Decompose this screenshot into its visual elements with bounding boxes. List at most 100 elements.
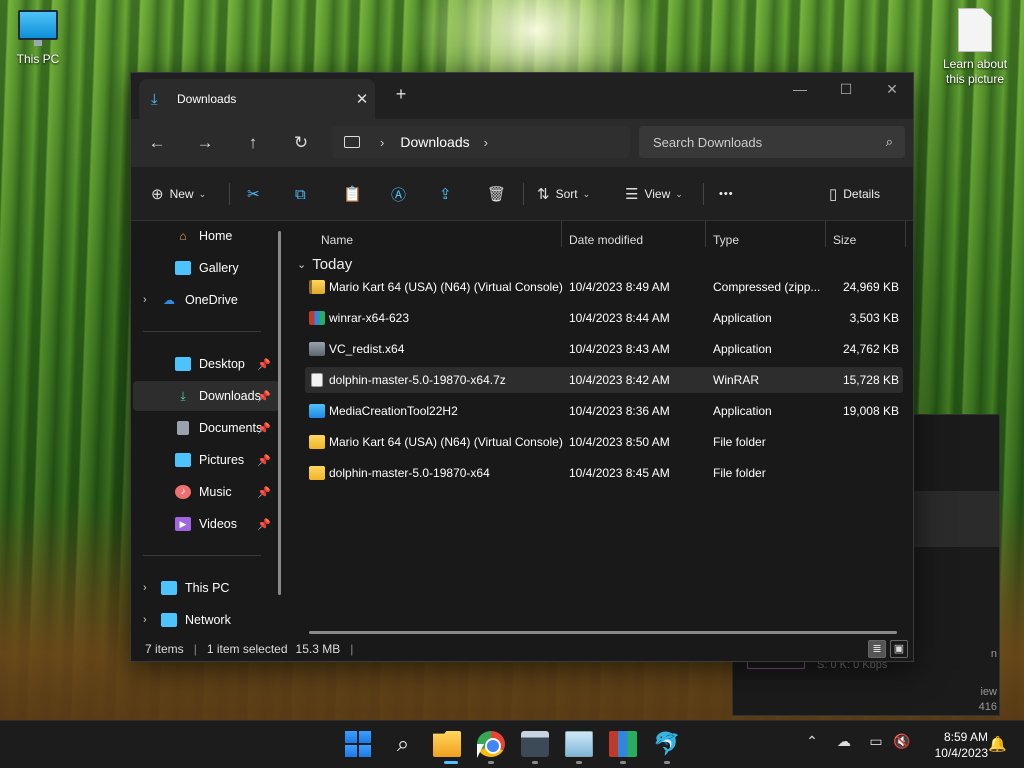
pin-icon: 📌 <box>257 358 271 371</box>
sort-button[interactable]: ⇅ Sort ⌄ <box>537 182 590 206</box>
sidebar-item-network[interactable]: › Network <box>133 605 279 635</box>
sidebar-item-videos[interactable]: ▶ Videos 📌 <box>133 509 279 539</box>
file-name: Mario Kart 64 (USA) (N64) (Virtual Conso… <box>329 280 563 294</box>
selection-count: 1 item selected <box>206 642 288 656</box>
onedrive-status-icon[interactable]: ☁ <box>834 733 854 750</box>
selection-size: 15.3 MB <box>295 642 341 656</box>
paste-button[interactable]: 📋 <box>343 182 368 206</box>
winrar-icon <box>309 311 325 325</box>
group-header-today[interactable]: ⌄ Today <box>297 256 352 273</box>
start-icon[interactable] <box>345 731 373 757</box>
close-window-button[interactable]: ✕ <box>869 77 915 101</box>
folder-icon <box>309 435 325 449</box>
sidebar-item-label: Network <box>185 613 231 627</box>
search-icon[interactable]: ⌕ <box>389 731 417 757</box>
delete-button[interactable]: 🗑 <box>487 182 512 206</box>
chevron-right-icon[interactable]: › <box>484 135 488 150</box>
chevron-down-icon: ⌄ <box>582 188 591 199</box>
file-type: Compressed (zipp... <box>713 280 821 294</box>
sidebar-item-desktop[interactable]: Desktop 📌 <box>133 349 279 379</box>
search-input[interactable]: Search Downloads ⌕ <box>639 126 905 158</box>
address-bar: ← → ↑ ↻ › Downloads › Search Downloads ⌕ <box>131 119 913 167</box>
file-explorer-icon[interactable] <box>433 731 461 757</box>
pin-icon: 📌 <box>257 422 271 435</box>
file-row[interactable]: winrar-x64-623 10/4/2023 8:44 AM Applica… <box>305 305 903 331</box>
refresh-button[interactable]: ↻ <box>289 131 313 155</box>
file-type: File folder <box>713 435 766 449</box>
breadcrumb-downloads[interactable]: Downloads <box>400 134 469 150</box>
new-tab-button[interactable]: + <box>391 84 411 105</box>
dolphin-icon[interactable]: 🐬 <box>653 731 681 757</box>
running-indicator <box>488 761 494 764</box>
desktop-icon-learn-about-picture[interactable]: Learn about this picture <box>936 8 1014 87</box>
network-status-icon[interactable]: ▭ <box>866 733 886 750</box>
column-divider[interactable] <box>825 221 826 247</box>
column-header-name[interactable]: Name <box>321 233 353 247</box>
view-button[interactable]: ☰ View ⌄ <box>625 182 683 206</box>
volume-muted-icon[interactable]: 🔇 <box>892 733 912 750</box>
back-button[interactable]: ← <box>145 131 169 155</box>
details-label: Details <box>843 187 880 201</box>
home-icon: ⌂ <box>179 229 187 243</box>
share-button[interactable]: ⇪ <box>439 182 458 206</box>
sidebar-item-pictures[interactable]: Pictures 📌 <box>133 445 279 475</box>
large-icons-view-toggle-icon[interactable]: ▣ <box>890 640 908 658</box>
up-button[interactable]: ↑ <box>241 131 265 155</box>
chevron-right-icon[interactable]: › <box>143 294 157 306</box>
details-button[interactable]: ▯ Details <box>829 182 880 206</box>
music-icon: ♪ <box>175 485 191 499</box>
tab-downloads[interactable]: ⤓ Downloads ✕ <box>139 79 375 119</box>
file-row[interactable]: Mario Kart 64 (USA) (N64) (Virtual Conso… <box>305 429 903 455</box>
sidebar-item-onedrive[interactable]: › ☁ OneDrive <box>133 285 279 315</box>
tab-title: Downloads <box>177 92 237 106</box>
close-tab-icon[interactable]: ✕ <box>349 90 375 108</box>
more-options-button[interactable]: ••• <box>719 182 734 206</box>
file-row[interactable]: Mario Kart 64 (USA) (N64) (Virtual Conso… <box>305 274 903 300</box>
sidebar-item-this-pc[interactable]: › This PC <box>133 573 279 603</box>
winrar-icon[interactable] <box>609 731 637 757</box>
minimize-button[interactable]: — <box>777 77 823 101</box>
sidebar-item-downloads[interactable]: ⤓ Downloads 📌 <box>133 381 279 411</box>
file-size: 24,969 KB <box>842 280 899 294</box>
column-header-type[interactable]: Type <box>713 233 739 247</box>
desktop-icon-this-pc[interactable]: This PC <box>0 10 76 66</box>
sidebar-item-gallery[interactable]: Gallery <box>133 253 279 283</box>
resource-monitor-icon[interactable] <box>565 731 593 757</box>
chevron-right-icon[interactable]: › <box>143 614 157 626</box>
system-clock[interactable]: 8:59 AM 10/4/2023 <box>922 729 988 761</box>
details-view-toggle-icon[interactable]: ≣ <box>868 640 886 658</box>
copy-button[interactable]: ⧉ <box>295 182 312 206</box>
horizontal-scrollbar[interactable] <box>309 631 897 634</box>
file-list: Name Date modified Type Size ⌄ Today Mar… <box>289 221 915 639</box>
column-divider[interactable] <box>705 221 706 247</box>
sidebar-scrollbar[interactable] <box>278 231 281 595</box>
rename-icon: Ⓐ <box>391 186 407 204</box>
column-divider[interactable] <box>905 221 906 247</box>
file-row[interactable]: MediaCreationTool22H2 10/4/2023 8:36 AM … <box>305 398 903 424</box>
column-divider[interactable] <box>561 221 562 247</box>
rename-button[interactable]: Ⓐ <box>391 182 412 206</box>
chevron-right-icon[interactable]: › <box>143 582 157 594</box>
chevron-up-icon[interactable]: ⌃ <box>802 733 822 750</box>
address-field[interactable]: › Downloads › <box>332 126 630 158</box>
file-type: WinRAR <box>713 373 760 387</box>
maximize-button[interactable]: ☐ <box>823 77 869 101</box>
divider <box>143 555 261 556</box>
sidebar-item-home[interactable]: ⌂ Home <box>133 221 279 251</box>
item-count: 7 items <box>145 642 184 656</box>
new-label: New <box>169 187 194 201</box>
new-button[interactable]: ⊕ New ⌄ <box>151 182 206 206</box>
file-row[interactable]: dolphin-master-5.0-19870-x64 10/4/2023 8… <box>305 460 903 486</box>
file-row-selected[interactable]: dolphin-master-5.0-19870-x64.7z 10/4/202… <box>305 367 903 393</box>
sidebar-item-documents[interactable]: Documents 📌 <box>133 413 279 443</box>
paste-icon: 📋 <box>343 186 362 203</box>
file-row[interactable]: VC_redist.x64 10/4/2023 8:43 AM Applicat… <box>305 336 903 362</box>
column-header-date[interactable]: Date modified <box>569 233 643 247</box>
terminal-icon[interactable] <box>521 731 549 757</box>
notification-bell-icon[interactable]: 🔔 <box>988 735 1007 753</box>
column-header-size[interactable]: Size <box>833 233 856 247</box>
chevron-right-icon[interactable]: › <box>380 135 384 150</box>
forward-button[interactable]: → <box>193 131 217 155</box>
sidebar-item-music[interactable]: ♪ Music 📌 <box>133 477 279 507</box>
cut-button[interactable]: ✂ <box>247 182 266 206</box>
